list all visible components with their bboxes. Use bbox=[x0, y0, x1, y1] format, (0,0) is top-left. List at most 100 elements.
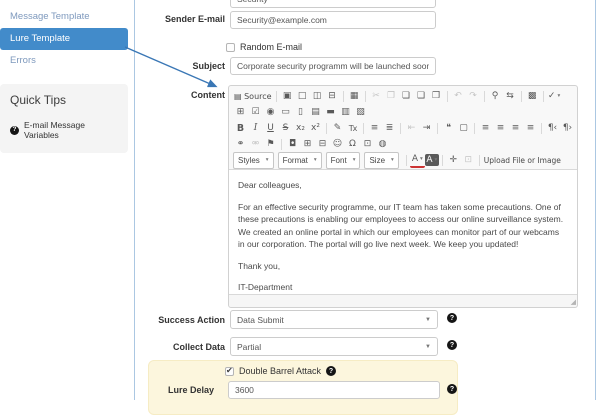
unlink-icon[interactable]: ⚮ bbox=[248, 137, 263, 151]
form-icon[interactable]: ⊞ bbox=[233, 105, 248, 119]
chevron-down-icon: ▼ bbox=[425, 317, 431, 323]
image-button-icon[interactable]: ▥ bbox=[338, 105, 353, 119]
horizontal-rule-icon[interactable]: ⊟ bbox=[315, 137, 330, 151]
radio-button-icon[interactable]: ◉ bbox=[263, 105, 278, 119]
text-color-button[interactable]: A▾ bbox=[410, 153, 425, 168]
new-page-icon[interactable]: □ bbox=[295, 89, 310, 103]
preview-icon[interactable]: ◫ bbox=[310, 89, 325, 103]
sender-email-input[interactable] bbox=[230, 11, 436, 29]
select-all-icon[interactable]: ▩ bbox=[525, 89, 540, 103]
align-center-icon[interactable]: ≡ bbox=[493, 121, 508, 135]
strikethrough-icon[interactable]: S bbox=[278, 121, 293, 135]
bg-color-button[interactable]: A▾ bbox=[425, 154, 439, 166]
toolbar-separator bbox=[400, 123, 401, 134]
save-icon[interactable]: ▣ bbox=[280, 89, 295, 103]
text-field-icon[interactable]: ▭ bbox=[278, 105, 293, 119]
bulleted-list-icon[interactable]: ≣ bbox=[382, 121, 397, 135]
success-action-select[interactable]: Data Submit ▼ bbox=[230, 310, 438, 329]
lure-delay-help-icon[interactable]: ? bbox=[447, 384, 457, 394]
toolbar-separator bbox=[281, 139, 282, 150]
show-blocks-icon[interactable]: ⊡ bbox=[461, 153, 476, 167]
upload-button[interactable]: Upload File or Image bbox=[483, 153, 562, 167]
link-icon[interactable]: ⚭ bbox=[233, 137, 248, 151]
page-break-icon[interactable]: ⊡ bbox=[360, 137, 375, 151]
double-barrel-help-icon[interactable]: ? bbox=[326, 366, 336, 376]
sidebar-item-lure-template[interactable]: Lure Template bbox=[0, 28, 128, 50]
subject-input[interactable] bbox=[230, 57, 436, 75]
sidebar-item-message-template[interactable]: Message Template bbox=[0, 6, 128, 28]
indent-icon[interactable]: ⇥ bbox=[419, 121, 434, 135]
special-char-icon[interactable]: Ω bbox=[345, 137, 360, 151]
align-left-icon[interactable]: ≡ bbox=[478, 121, 493, 135]
font-dropdown[interactable]: Font▾ bbox=[326, 152, 361, 169]
success-action-help-icon[interactable]: ? bbox=[447, 313, 457, 323]
paste-text-icon[interactable]: ❑ bbox=[414, 89, 429, 103]
outdent-icon[interactable]: ⇤ bbox=[404, 121, 419, 135]
replace-icon[interactable]: ⇆ bbox=[503, 89, 518, 103]
sender-name-input[interactable] bbox=[230, 0, 436, 8]
lure-delay-input[interactable] bbox=[228, 381, 440, 399]
blockquote-icon[interactable]: ❝ bbox=[441, 121, 456, 135]
paste-icon[interactable]: ❏ bbox=[399, 89, 414, 103]
editor-content[interactable]: Dear colleagues,For an effective securit… bbox=[229, 170, 577, 294]
copy-icon[interactable]: ❐ bbox=[384, 89, 399, 103]
paste-word-icon[interactable]: ❒ bbox=[429, 89, 444, 103]
align-right-icon[interactable]: ≡ bbox=[508, 121, 523, 135]
div-container-icon[interactable]: ▢ bbox=[456, 121, 471, 135]
checkbox-icon[interactable]: ☑ bbox=[248, 105, 263, 119]
iframe-icon[interactable]: ◍ bbox=[375, 137, 390, 151]
collect-data-help-icon[interactable]: ? bbox=[447, 340, 457, 350]
source-button[interactable]: ▤ Source bbox=[233, 89, 273, 103]
chevron-down-icon: ▾ bbox=[434, 157, 437, 163]
spell-check-icon[interactable]: ✓▾ bbox=[547, 89, 562, 103]
remove-format-icon[interactable]: Tx bbox=[345, 121, 360, 135]
email-message-variables-link[interactable]: ? E-mail Message Variables bbox=[10, 120, 118, 140]
cut-icon[interactable]: ✂ bbox=[369, 89, 384, 103]
hidden-field-icon[interactable]: ▧ bbox=[353, 105, 368, 119]
italic-icon[interactable]: I bbox=[248, 121, 263, 135]
styles-dropdown[interactable]: Styles▾ bbox=[233, 152, 274, 169]
image-icon[interactable]: ◘ bbox=[285, 137, 300, 151]
redo-icon[interactable]: ↷ bbox=[466, 89, 481, 103]
numbered-list-icon[interactable]: ≡ bbox=[367, 121, 382, 135]
smiley-icon[interactable]: ☺ bbox=[330, 137, 345, 151]
maximize-icon[interactable]: ✛ bbox=[446, 153, 461, 167]
random-email-checkbox[interactable] bbox=[226, 43, 235, 52]
collect-data-select[interactable]: Partial ▼ bbox=[230, 337, 438, 356]
underline-icon[interactable]: U bbox=[263, 121, 278, 135]
lure-delay-label: Lure Delay bbox=[149, 385, 214, 395]
success-action-value: Data Submit bbox=[237, 315, 284, 325]
sidebar-item-errors[interactable]: Errors bbox=[0, 50, 128, 72]
double-barrel-label: Double Barrel Attack bbox=[239, 366, 321, 376]
content-label: Content bbox=[135, 90, 225, 100]
button-icon[interactable]: ▬ bbox=[323, 105, 338, 119]
double-barrel-checkbox[interactable] bbox=[225, 367, 234, 376]
toolbar-separator bbox=[521, 91, 522, 102]
superscript-icon[interactable]: x² bbox=[308, 121, 323, 135]
textarea-icon[interactable]: ▯ bbox=[293, 105, 308, 119]
bidi-rtl-icon[interactable]: ¶› bbox=[560, 121, 575, 135]
rich-text-editor: ▤ Source▣□◫⊟▦✂❐❏❑❒↶↷⚲⇆▩✓▾⊞☑◉▭▯▤▬▥▧BIUSx₂… bbox=[228, 85, 578, 308]
align-justify-icon[interactable]: ≡ bbox=[523, 121, 538, 135]
chevron-down-icon: ▼ bbox=[425, 344, 431, 350]
subscript-icon[interactable]: x₂ bbox=[293, 121, 308, 135]
size-dropdown[interactable]: Size▾ bbox=[364, 152, 398, 169]
copy-formatting-icon[interactable]: ✎ bbox=[330, 121, 345, 135]
lure-template-page: { "colors":{"accent":"#428bca","panel_bo… bbox=[0, 0, 600, 400]
templates-icon[interactable]: ▦ bbox=[347, 89, 362, 103]
resize-handle-icon[interactable]: ◢ bbox=[571, 298, 576, 307]
find-icon[interactable]: ⚲ bbox=[488, 89, 503, 103]
chevron-down-icon: ▾ bbox=[391, 157, 394, 163]
sender-email-label: Sender E-mail bbox=[135, 14, 225, 24]
subject-label: Subject bbox=[135, 61, 225, 71]
print-icon[interactable]: ⊟ bbox=[325, 89, 340, 103]
table-icon[interactable]: ⊞ bbox=[300, 137, 315, 151]
scenario-nav: Landing Page TemplateMessage TemplateLur… bbox=[0, 0, 128, 72]
format-dropdown[interactable]: Format▾ bbox=[278, 152, 322, 169]
undo-icon[interactable]: ↶ bbox=[451, 89, 466, 103]
anchor-icon[interactable]: ⚑ bbox=[263, 137, 278, 151]
editor-paragraph: For an effective security programme, our… bbox=[238, 201, 568, 251]
bidi-ltr-icon[interactable]: ¶‹ bbox=[545, 121, 560, 135]
select-field-icon[interactable]: ▤ bbox=[308, 105, 323, 119]
bold-icon[interactable]: B bbox=[233, 121, 248, 135]
